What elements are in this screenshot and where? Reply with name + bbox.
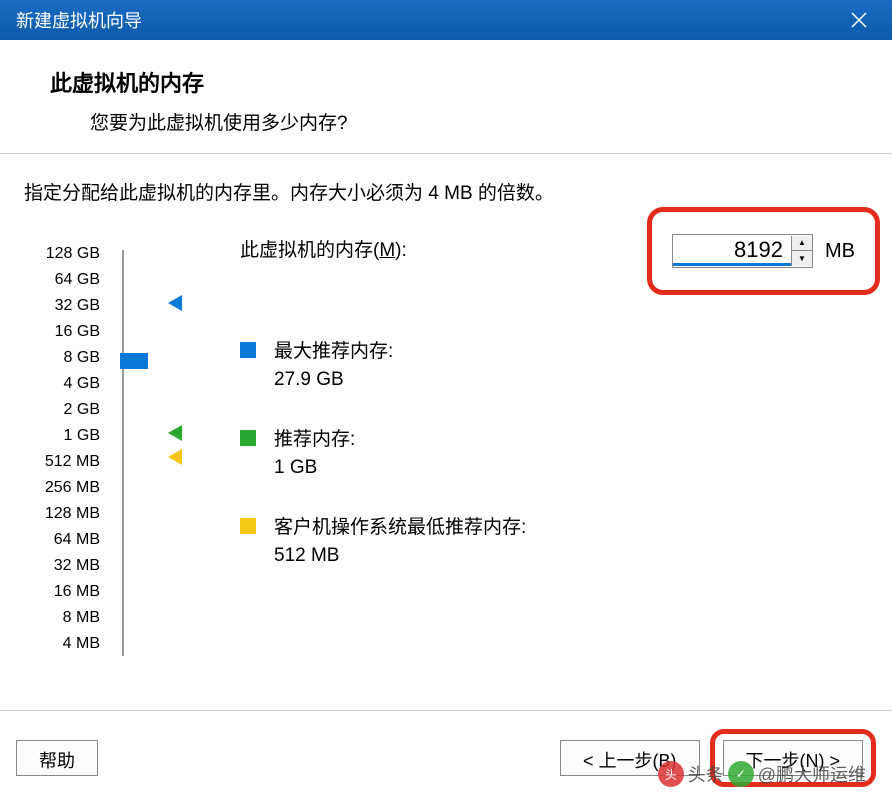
tick-label: 512 MB	[20, 449, 100, 475]
min-marker-icon	[168, 449, 182, 465]
help-button[interactable]: 帮助	[16, 740, 98, 776]
tick-label: 8 GB	[20, 345, 100, 371]
min-recommended-label: 客户机操作系统最低推荐内存:	[274, 514, 526, 542]
watermark: 头 头条 ✓ @鹏大师运维	[658, 761, 866, 787]
memory-increase-button[interactable]: ▲	[792, 236, 812, 251]
recommended-row: 推荐内存: 1 GB	[240, 426, 872, 482]
memory-spinner[interactable]: ▲ ▼	[672, 234, 813, 268]
close-icon	[850, 11, 868, 29]
tick-label: 4 GB	[20, 371, 100, 397]
memory-slider[interactable]	[104, 235, 194, 657]
tick-label: 1 GB	[20, 423, 100, 449]
page-subtitle: 您要为此虚拟机使用多少内存?	[50, 108, 842, 135]
memory-unit: MB	[825, 240, 855, 263]
instruction-text: 指定分配给此虚拟机的内存里。内存大小必须为 4 MB 的倍数。	[20, 178, 872, 205]
wizard-header: 此虚拟机的内存 您要为此虚拟机使用多少内存?	[0, 40, 892, 154]
titlebar: 新建虚拟机向导	[0, 0, 892, 40]
memory-input[interactable]	[673, 236, 791, 266]
tick-label: 128 MB	[20, 501, 100, 527]
max-recommended-row: 最大推荐内存: 27.9 GB	[240, 338, 872, 394]
slider-track-line	[122, 250, 124, 656]
tick-label: 4 MB	[20, 631, 100, 657]
blue-square-icon	[240, 342, 256, 358]
recommended-label: 推荐内存:	[274, 426, 355, 454]
green-square-icon	[240, 430, 256, 446]
yellow-square-icon	[240, 518, 256, 534]
wizard-footer: 帮助 < 上一步(B) 下一步(N) > 头 头条 ✓ @鹏大师运维	[0, 710, 892, 805]
slider-handle[interactable]	[120, 353, 148, 369]
watermark-icon: 头	[658, 761, 684, 787]
max-recommended-label: 最大推荐内存:	[274, 338, 393, 366]
tick-label: 16 MB	[20, 579, 100, 605]
memory-info: 此虚拟机的内存(M): ▲ ▼ MB 最大推荐内存:	[194, 235, 872, 657]
min-recommended-row: 客户机操作系统最低推荐内存: 512 MB	[240, 514, 872, 570]
min-recommended-value: 512 MB	[274, 542, 526, 570]
wechat-icon: ✓	[728, 761, 754, 787]
page-title: 此虚拟机的内存	[50, 66, 842, 98]
tick-label: 32 MB	[20, 553, 100, 579]
watermark-text1: 头条	[688, 761, 724, 787]
tick-label: 64 GB	[20, 267, 100, 293]
recommended-value: 1 GB	[274, 454, 355, 482]
max-recommended-value: 27.9 GB	[274, 366, 393, 394]
tick-label: 2 GB	[20, 397, 100, 423]
max-marker-icon	[168, 295, 182, 311]
tick-label: 128 GB	[20, 241, 100, 267]
tick-label: 16 GB	[20, 319, 100, 345]
memory-field-label: 此虚拟机的内存(M):	[240, 235, 407, 262]
memory-slider-labels: 128 GB 64 GB 32 GB 16 GB 8 GB 4 GB 2 GB …	[20, 235, 100, 657]
tick-label: 256 MB	[20, 475, 100, 501]
watermark-text2: @鹏大师运维	[758, 761, 866, 787]
memory-decrease-button[interactable]: ▼	[792, 251, 812, 266]
close-button[interactable]	[834, 0, 884, 40]
tick-label: 32 GB	[20, 293, 100, 319]
memory-input-highlight: ▲ ▼ MB	[647, 207, 880, 295]
tick-label: 64 MB	[20, 527, 100, 553]
window-title: 新建虚拟机向导	[16, 7, 142, 33]
recommended-marker-icon	[168, 425, 182, 441]
tick-label: 8 MB	[20, 605, 100, 631]
content-area: 指定分配给此虚拟机的内存里。内存大小必须为 4 MB 的倍数。 128 GB 6…	[0, 154, 892, 710]
